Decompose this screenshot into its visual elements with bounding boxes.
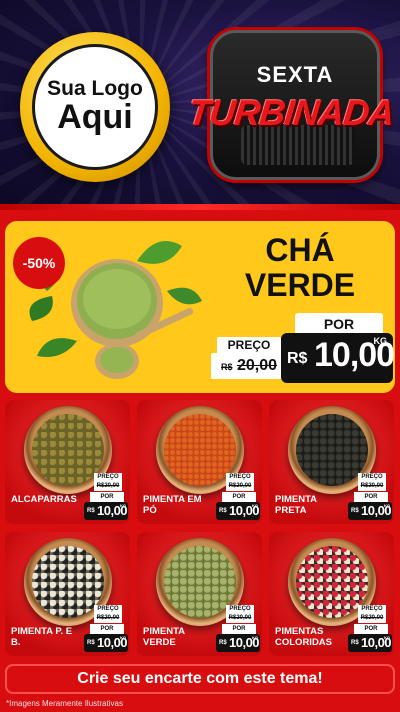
product-unit: KG [120, 503, 126, 508]
leaf-icon [37, 338, 77, 357]
product-old-price: R$20,00 [226, 482, 254, 491]
hero-old-currency: R$ [220, 362, 233, 372]
product-unit: KG [252, 503, 258, 508]
product-preco-label: PREÇO [94, 473, 122, 482]
product-preco-label: PREÇO [226, 473, 254, 482]
emblem-title-main: TURBINADA [186, 92, 396, 133]
product-currency: R$ [219, 508, 227, 514]
product-name: PIMENTA EM PÓ [143, 494, 202, 517]
emblem-title-top: SEXTA [256, 62, 334, 87]
hero-por-label: POR [295, 313, 383, 335]
product-preco-label: PREÇO [94, 605, 122, 614]
product-por-label: POR [354, 624, 388, 634]
product-preco-label: PREÇO [358, 473, 386, 482]
product-name: PIMENTA PRETA [275, 494, 317, 517]
product-name: PIMENTA VERDE [143, 626, 185, 649]
product-currency: R$ [87, 640, 95, 646]
leaf-icon [137, 241, 182, 264]
product-unit: KG [252, 635, 258, 640]
disclaimer-note: *Imagens Meramente Ilustrativas [6, 699, 123, 708]
hero-unit: KG [373, 336, 388, 346]
product-por-label: POR [222, 492, 256, 502]
product-card[interactable]: ALCAPARRAS PREÇO R$20,00 POR R$ 10,00 KG [5, 400, 130, 524]
leaf-icon [167, 287, 202, 305]
hero-preco-label: PREÇO [217, 337, 281, 353]
product-price-tag: R$ 10,00 KG [348, 634, 392, 652]
product-old-price: R$20,00 [94, 614, 122, 623]
logo-line1: Sua Logo [47, 77, 143, 101]
product-por-label: POR [90, 492, 124, 502]
product-old-price: R$20,00 [226, 614, 254, 623]
logo-badge: Sua Logo Aqui [20, 32, 170, 182]
product-old-price: R$20,00 [358, 614, 386, 623]
product-por-label: POR [354, 492, 388, 502]
product-unit: KG [384, 503, 390, 508]
product-price-tag: R$ 10,00 KG [84, 634, 128, 652]
product-price-tag: R$ 10,00 KG [216, 634, 260, 652]
product-preco-label: PREÇO [226, 605, 254, 614]
product-currency: R$ [87, 508, 95, 514]
leaf-icon [29, 296, 53, 321]
product-currency: R$ [351, 640, 359, 646]
product-por-label: POR [222, 624, 256, 634]
product-old-price: R$20,00 [94, 482, 122, 491]
product-name: PIMENTAS COLORIDAS [275, 626, 332, 649]
product-unit: KG [384, 635, 390, 640]
product-old-price: R$20,00 [358, 482, 386, 491]
hero-old-value: 20,00 [236, 357, 277, 374]
hero-old-price: R$ 20,00 [211, 353, 287, 379]
hero-title-line1: CHÁ [265, 232, 335, 268]
logo-line2: Aqui [57, 98, 133, 137]
cta-button[interactable]: Crie seu encarte com este tema! [5, 664, 395, 694]
logo-placeholder: Sua Logo Aqui [32, 44, 158, 170]
product-name: ALCAPARRAS [11, 494, 77, 505]
discount-badge: -50% [13, 237, 65, 289]
product-price-tag: R$ 10,00 KG [348, 502, 392, 520]
header-banner: Sua Logo Aqui SEXTA TURBINADA [0, 0, 400, 210]
product-currency: R$ [351, 508, 359, 514]
product-card[interactable]: PIMENTAS COLORIDAS PREÇO R$20,00 POR R$ … [269, 532, 394, 656]
product-card[interactable]: PIMENTA P. E B. PREÇO R$20,00 POR R$ 10,… [5, 532, 130, 656]
product-preco-label: PREÇO [358, 605, 386, 614]
header-divider [0, 204, 400, 210]
hero-title-line2: VERDE [244, 267, 356, 304]
product-currency: R$ [219, 640, 227, 646]
product-por-label: POR [90, 624, 124, 634]
product-price-tag: R$ 10,00 KG [216, 502, 260, 520]
hero-product-title: CHÁ VERDE [215, 232, 385, 304]
hero-offer-card[interactable]: -50% CHÁ VERDE POR PREÇO R$ 20,00 R$ 10,… [5, 221, 395, 393]
product-card[interactable]: PIMENTA EM PÓ PREÇO R$20,00 POR R$ 10,00… [137, 400, 262, 524]
hero-new-currency: R$ [287, 350, 308, 367]
product-unit: KG [120, 635, 126, 640]
product-card[interactable]: PIMENTA PRETA PREÇO R$20,00 POR R$ 10,00… [269, 400, 394, 524]
product-name: PIMENTA P. E B. [11, 626, 73, 649]
product-card[interactable]: PIMENTA VERDE PREÇO R$20,00 POR R$ 10,00… [137, 532, 262, 656]
product-price-tag: R$ 10,00 KG [84, 502, 128, 520]
hero-new-price: R$ 10,00 KG [281, 333, 395, 383]
